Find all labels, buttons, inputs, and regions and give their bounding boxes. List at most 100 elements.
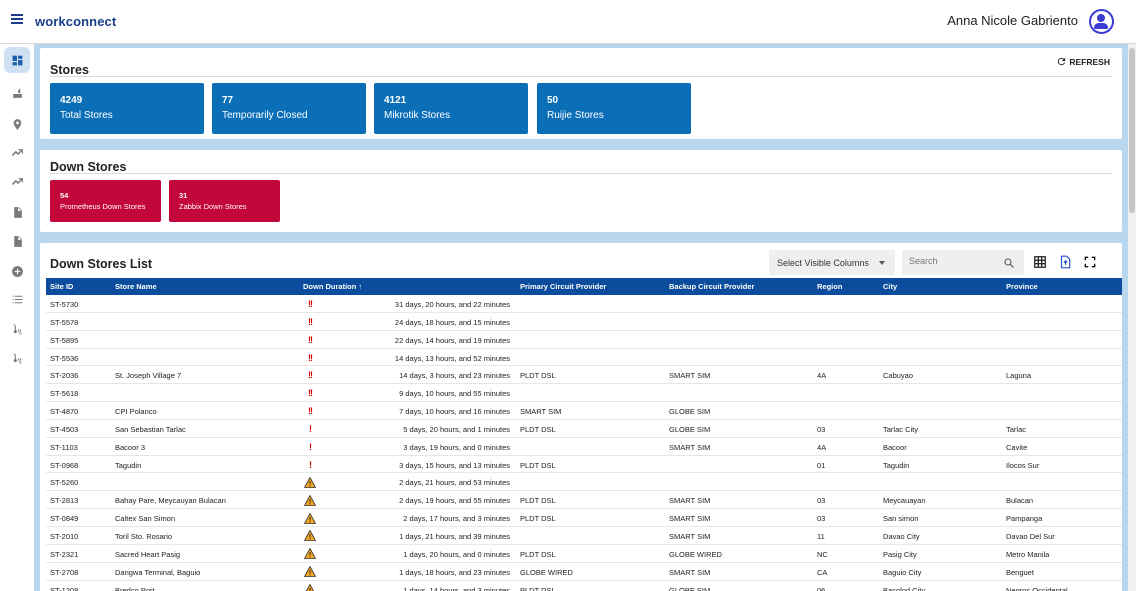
stat-value: 50 [547,95,559,106]
table-row[interactable]: ST-2321 Sacred Heart Pasig 1 days, 20 hour… [46,545,1122,563]
cell-primary-provider: SMART SIM [520,407,562,417]
cell-down-duration: 5 days, 20 hours, and 1 minutes [403,424,510,434]
critical-alert-icon: !! [308,316,313,327]
table-row[interactable]: ST-1208 Bredco Port 1 days, 14 hours, and … [46,581,1122,591]
cell-site-id: ST-2036 [50,371,79,381]
table-row[interactable]: ST-2036 St. Joseph Village 7 14 days, 3 ho… [46,366,1122,385]
cell-site-id: ST-5618 [50,389,79,399]
table-row[interactable]: ST-5895 22 days, 14 hours, and 19 minutes… [46,331,1122,349]
stat-card-total-stores[interactable]: 4249 Total Stores [50,83,204,134]
cell-down-duration: 2 days, 17 hours, and 3 minutes [403,514,510,524]
cell-region: 01 [817,460,826,470]
cell-region: 03 [817,496,826,506]
table-row[interactable]: ST-2813 Bahay Pare, Meycauyan Bulacan 2 da… [46,491,1122,510]
cell-down-duration: 1 days, 21 hours, and 39 minutes [399,531,510,541]
cell-city: Bacoor [883,442,907,452]
cell-down-duration: 1 days, 18 hours, and 23 minutes [399,567,510,577]
cell-site-id: ST-4503 [50,424,79,434]
table-row[interactable]: ST-2010 Toril Sto. Rosario 1 days, 21 hour… [46,527,1122,545]
stat-value: 54 [60,191,69,200]
cell-province: Cavite [1006,442,1028,452]
column-header-city[interactable]: City [883,282,897,291]
stat-card-prometheus-down[interactable]: 54 Prometheus Down Stores [50,180,161,222]
critical-alert-icon: !! [308,334,313,345]
search-icon[interactable] [1003,257,1015,269]
account-avatar-icon[interactable] [1089,9,1114,34]
cell-city: Baguio City [883,567,922,577]
refresh-button[interactable]: REFRESH [1056,56,1110,67]
search-box[interactable] [902,250,1024,275]
column-header-down-duration[interactable]: Down Duration ↑ [303,282,362,291]
export-file-icon[interactable] [1058,255,1072,269]
cell-province: Laguna [1006,371,1032,381]
table-row[interactable]: ST-1103 Bacoor 3 3 days, 19 hours, and 0 m… [46,438,1122,456]
fullscreen-icon[interactable] [1083,255,1097,269]
menu-icon[interactable] [11,14,23,24]
scrollbar-thumb[interactable] [1129,48,1135,213]
sidebar-item-trending-up[interactable] [4,140,30,166]
app-brand[interactable]: workconnect [35,14,116,29]
cell-province: Ilocos Sur [1006,460,1040,470]
cell-region: 03 [817,424,826,434]
stat-card-zabbix-down[interactable]: 31 Zabbix Down Stores [169,180,280,222]
down-stores-card: Down Stores 54 Prometheus Down Stores 31… [40,150,1122,232]
table-row[interactable]: ST-4503 San Sebastian Tarlac 5 days, 20 ho… [46,420,1122,438]
table-row[interactable]: ST-5730 31 days, 20 hours, and 22 minutes… [46,295,1122,313]
cell-province: Metro Manila [1006,549,1050,559]
sidebar-item-location-pin[interactable] [4,111,30,137]
stat-card-temporarily-closed[interactable]: 77 Temporarily Closed [212,83,366,134]
stat-label: Mikrotik Stores [384,110,451,121]
stat-label: Temporarily Closed [222,110,308,121]
critical-alert-icon: !! [308,299,313,309]
cell-backup-provider: SMART SIM [669,442,711,452]
column-header-backup-provider[interactable]: Backup Circuit Provider [669,282,754,291]
cell-down-duration: 1 days, 20 hours, and 0 minutes [403,549,510,559]
cell-backup-provider: SMART SIM [669,514,711,524]
high-alert-icon: ! [309,441,312,452]
sidebar-item-list[interactable] [4,286,30,312]
trending-up-icon [11,148,23,156]
column-header-site-id[interactable]: Site ID [50,282,73,291]
table-row[interactable]: ST-0849 Caltex San Simon 2 days, 17 hours,… [46,509,1122,527]
column-header-primary-provider[interactable]: Primary Circuit Provider [520,282,606,291]
sidebar-item-report[interactable] [4,199,30,225]
sidebar-item-network[interactable] [4,345,30,371]
search-input[interactable] [909,256,999,266]
sidebar-item-dashboard[interactable] [4,47,30,73]
router-icon [12,88,22,98]
stat-card-mikrotik-stores[interactable]: 4121 Mikrotik Stores [374,83,528,134]
column-header-store-name[interactable]: Store Name [115,282,157,291]
sidebar-item-router[interactable] [4,80,30,106]
cell-backup-provider: GLOBE SIM [669,424,711,434]
column-header-region[interactable]: Region [817,282,842,291]
table-row[interactable]: ST-2708 Dangwa Terminal, Baguio 1 days, 18… [46,563,1122,581]
cell-site-id: ST-4870 [50,407,79,417]
table-row[interactable]: ST-4870 CPI Polanco 7 days, 10 hours, and … [46,402,1122,420]
page-scrollbar[interactable] [1128,0,1136,591]
stat-card-ruijie-stores[interactable]: 50 Ruijie Stores [537,83,691,134]
cell-store-name: Caltex San Simon [115,514,176,524]
cell-backup-provider: SMART SIM [669,567,711,577]
top-app-bar: workconnect Anna Nicole Gabriento [0,0,1136,44]
sidebar-item-network[interactable] [4,316,30,342]
cell-down-duration: 3 days, 19 hours, and 0 minutes [403,442,510,452]
sidebar [0,44,34,591]
table-row[interactable]: ST-5260 2 days, 21 hours, and 53 minutes [46,473,1122,492]
cell-store-name: Tagudin [115,460,142,470]
sidebar-item-trending-up[interactable] [4,169,30,195]
grid-view-icon[interactable] [1033,255,1047,269]
critical-alert-icon: !! [308,406,313,417]
sidebar-item-report[interactable] [4,228,30,254]
cell-primary-provider: PLDT DSL [520,371,556,381]
refresh-icon [1058,57,1066,66]
cell-backup-provider: GLOBE SIM [669,585,711,591]
table-row[interactable]: ST-5536 14 days, 13 hours, and 52 minutes… [46,349,1122,367]
column-header-province[interactable]: Province [1006,282,1038,291]
table-row[interactable]: ST-5618 9 days, 10 hours, and 55 minutes!… [46,384,1122,403]
cell-store-name: St. Joseph Village 7 [115,371,182,381]
table-row[interactable]: ST-5578 24 days, 18 hours, and 15 minutes… [46,313,1122,331]
select-visible-columns-dropdown[interactable]: Select Visible Columns [769,250,895,275]
table-row[interactable]: ST-0968 Tagudin 3 days, 15 hours, and 13 m… [46,456,1122,474]
high-alert-icon: ! [309,459,312,470]
sidebar-item-add-circle[interactable] [4,258,30,284]
